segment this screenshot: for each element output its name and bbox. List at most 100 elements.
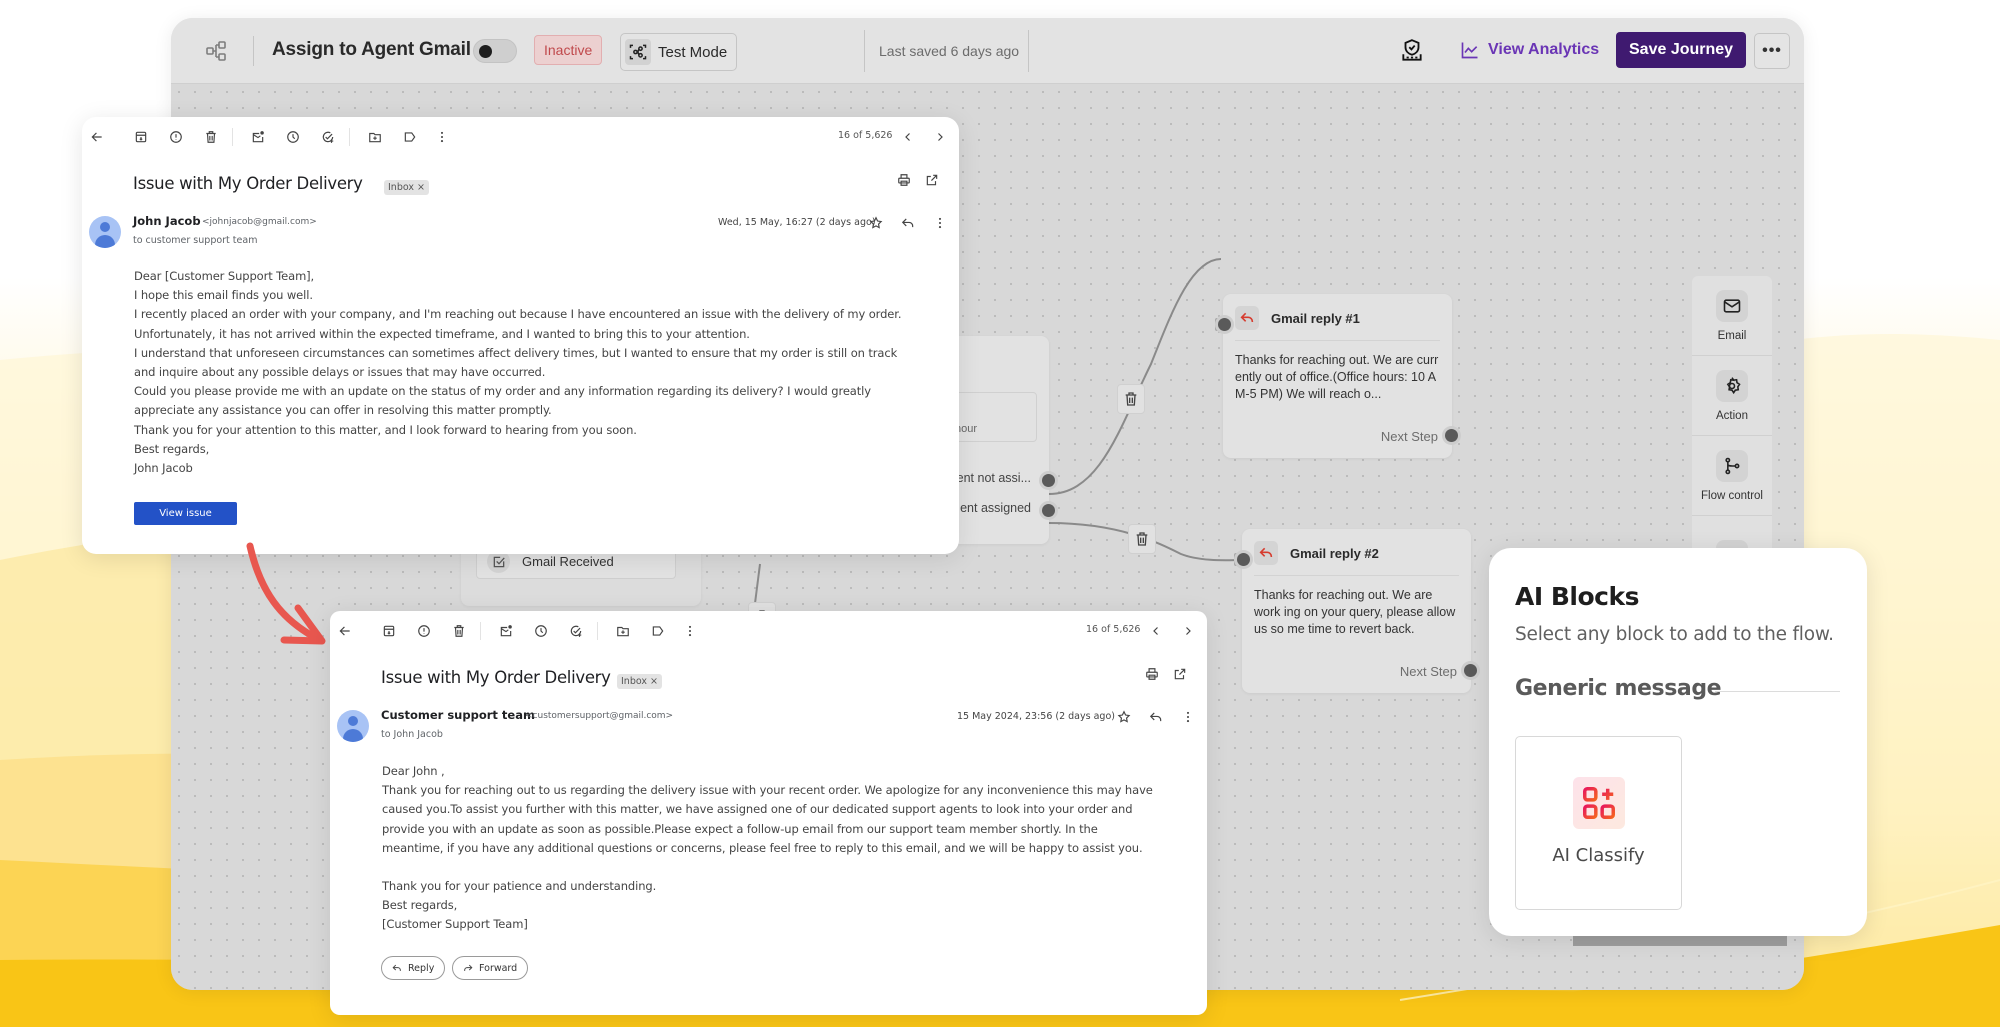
mark-unread-icon[interactable] [496,621,516,641]
ai-classify-grid-icon [1573,777,1625,829]
gmail-reply-node[interactable]: Gmail reply #2 Thanks for reaching out. … [1234,529,1477,693]
open-new-window-icon[interactable] [1170,664,1190,684]
print-icon[interactable] [894,170,914,190]
body-line: and inquire about any possible delays or… [134,365,546,380]
report-spam-icon[interactable] [166,127,186,147]
reply-icon[interactable] [898,213,918,233]
next-step-port[interactable] [1445,429,1458,442]
snooze-clock-icon[interactable] [531,621,551,641]
forward-button[interactable]: Forward [452,956,529,980]
reply-button[interactable]: Reply [381,956,446,980]
test-flow-icon [625,39,651,65]
input-port[interactable] [1237,553,1250,566]
body-line: meantime, if you have any additional que… [382,840,1143,855]
email-date: 15 May 2024, 23:56 (2 days ago) [957,711,1115,722]
next-step-label: Next Step [1380,429,1438,444]
laptop-shield-icon[interactable] [1398,37,1426,65]
body-line: appreciate any assistance you can offer … [134,403,552,418]
input-port[interactable] [1218,318,1231,331]
journey-active-toggle[interactable] [473,39,517,63]
delete-connection-button[interactable] [1117,384,1145,414]
move-to-folder-icon[interactable] [613,621,633,641]
print-icon[interactable] [1142,664,1162,684]
palette-item-action[interactable]: Action [1692,356,1772,436]
branch-icon [1716,449,1748,482]
label-icon[interactable] [400,127,420,147]
journey-name[interactable]: Assign to Agent Gmail [272,39,471,61]
palette-item-email[interactable]: Email [1692,276,1772,356]
node-title: Gmail reply #2 [1290,545,1379,561]
gmail-reply-node[interactable]: Gmail reply #1 Thanks for reaching out. … [1215,294,1458,458]
archive-icon[interactable] [131,127,151,147]
ai-blocks-panel: AI Blocks Select any block to add to the… [1489,548,1867,936]
chevron-right-icon[interactable] [930,127,950,147]
divider [349,128,350,146]
inbox-label-chip[interactable]: Inbox × [617,674,662,689]
inbox-label-chip[interactable]: Inbox × [384,180,429,195]
open-new-window-icon[interactable] [922,170,942,190]
next-step-port[interactable] [1464,664,1477,677]
divider [864,30,865,72]
star-icon[interactable] [1114,707,1134,727]
body-line: Dear John , [382,764,445,778]
status-badge: Inactive [534,35,603,65]
palette-label: Action [1716,409,1748,422]
chevron-left-icon[interactable] [1146,621,1166,641]
move-to-folder-icon[interactable] [365,127,385,147]
reply-all-icon [1235,306,1259,330]
node-title: Gmail reply #1 [1271,310,1360,326]
back-arrow-icon[interactable] [335,621,355,641]
body-line: Dear [Customer Support Team], [134,269,315,283]
more-vertical-icon[interactable] [1178,707,1198,727]
report-spam-icon[interactable] [414,621,434,641]
divider [232,128,233,146]
chevron-right-icon[interactable] [1178,621,1198,641]
ai-classify-block[interactable]: AI Classify [1515,736,1682,910]
archive-icon[interactable] [379,621,399,641]
last-saved-text: Last saved 6 days ago [879,43,1020,59]
panel-subtitle: Select any block to add to the flow. [1515,624,1834,645]
body-line: [Customer Support Team] [382,917,528,932]
delete-connection-button[interactable] [1128,524,1156,554]
palette-label: Flow control [1701,489,1763,502]
sender-name: John Jacob [133,214,201,228]
flow-diagram-icon[interactable] [202,37,230,65]
more-vertical-icon[interactable] [930,213,950,233]
mark-unread-icon[interactable] [248,127,268,147]
back-arrow-icon[interactable] [87,127,107,147]
node-message-preview: Thanks for reaching out. We are work ing… [1254,588,1456,636]
body-line: Could you please provide me with an upda… [134,384,871,399]
more-vertical-icon[interactable] [680,621,700,641]
more-options-button[interactable]: ••• [1754,33,1790,69]
add-task-icon[interactable] [318,127,338,147]
trash-icon[interactable] [201,127,221,147]
branch-label: ent not assi... [956,471,1031,485]
palette-item-flow-control[interactable]: Flow control [1692,436,1772,516]
reply-icon [392,964,401,971]
chevron-left-icon[interactable] [898,127,918,147]
body-line: Best regards, [382,898,458,913]
email-date: Wed, 15 May, 16:27 (2 days ago) [718,217,876,228]
add-task-icon[interactable] [566,621,586,641]
branch-port[interactable] [1042,504,1055,517]
view-analytics-link[interactable]: View Analytics [1460,40,1599,60]
label-icon[interactable] [648,621,668,641]
message-pager: 16 of 5,626 [1086,624,1141,635]
snooze-clock-icon[interactable] [283,127,303,147]
body-line: I understand that unforeseen circumstanc… [134,345,898,360]
save-journey-button[interactable]: Save Journey [1616,32,1747,68]
test-mode-button[interactable]: Test Mode [620,33,738,71]
reply-label: Reply [408,962,435,974]
more-vertical-icon[interactable] [432,127,452,147]
envelope-icon [1716,289,1748,322]
reply-icon[interactable] [1146,707,1166,727]
branch-port[interactable] [1042,474,1055,487]
view-issue-button[interactable]: View issue [134,502,237,525]
curved-arrow-annotation [246,542,326,645]
body-line: I hope this email finds you well. [134,288,313,303]
incoming-email-card: 16 of 5,626 Issue with My Order Delivery… [82,117,959,554]
body-line [382,858,1153,877]
trash-icon[interactable] [449,621,469,641]
star-icon[interactable] [866,213,886,233]
node-message-preview: Thanks for reaching out. We are curr ent… [1235,353,1439,401]
